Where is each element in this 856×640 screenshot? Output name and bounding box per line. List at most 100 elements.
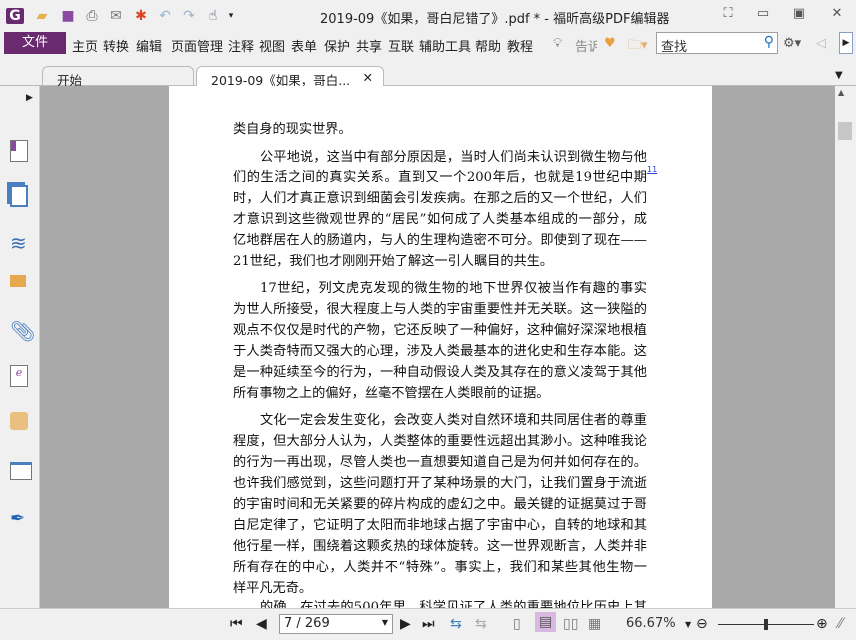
- attachments-icon[interactable]: 📎︎: [10, 320, 35, 342]
- menu-form[interactable]: 表单: [291, 36, 317, 55]
- text-line: 程度，但大部分人认为，人类整体的重要性远超出其渺小。这种唯我论: [233, 434, 647, 449]
- single-page-icon[interactable]: ▯: [513, 616, 521, 632]
- restore-button[interactable]: ▣: [788, 6, 810, 24]
- vertical-scrollbar[interactable]: ▲: [835, 86, 856, 608]
- expand-panel-icon[interactable]: ▶: [26, 93, 33, 103]
- menu-connect[interactable]: 互联: [388, 36, 414, 55]
- text-line: 类自身的现实世界。: [233, 122, 352, 137]
- resize-grip-icon[interactable]: ⁄⁄: [838, 616, 843, 632]
- zoom-slider-thumb[interactable]: [764, 619, 768, 630]
- redo-icon[interactable]: ↷: [180, 8, 198, 24]
- tab-list-dropdown-icon[interactable]: ▼: [835, 70, 843, 81]
- undo-icon[interactable]: ↶: [156, 8, 174, 24]
- text-line: 他行星一样，围绕着这颗炙热的球体旋转。这一世界观断言，人类并非: [233, 539, 647, 554]
- text-line: 公平地说，这当中有部分原因是，当时人们尚未认识到微生物与他: [260, 150, 647, 165]
- text-line: 观点不仅仅是时代的产物，它还反映了一种偏好，这种偏好深深地根植: [233, 323, 647, 338]
- menu-help[interactable]: 帮助: [475, 36, 501, 55]
- search-placeholder: 查找: [661, 40, 688, 55]
- continuous-facing-icon[interactable]: ▦: [588, 616, 601, 632]
- text-line: 时，人们才真正意识到细菌会引发疾病。在那之后的又一个世纪，人们: [233, 191, 647, 206]
- last-page-icon[interactable]: ⏭: [422, 616, 435, 632]
- print-icon[interactable]: ⎙: [83, 8, 101, 24]
- open-folder-icon[interactable]: ▰: [33, 8, 51, 24]
- minimize-button[interactable]: ▭: [752, 6, 774, 24]
- text-line: 亿地群居在人的肠道内，与人的生理构造密不可分。即使到了现在——: [233, 233, 647, 248]
- next-page-icon[interactable]: ▶: [400, 616, 411, 632]
- menu-edit[interactable]: 编辑: [136, 36, 162, 55]
- text-line: 的确，在过去的500年里，科学见证了人类的重要地位比历史上其: [260, 600, 647, 608]
- zoom-level[interactable]: 66.67%: [626, 616, 676, 631]
- layers-icon[interactable]: ≋: [10, 232, 32, 254]
- comments-icon[interactable]: [10, 275, 26, 287]
- menu-protect[interactable]: 保护: [324, 36, 350, 55]
- bookmarks-icon[interactable]: [10, 140, 28, 162]
- lightbulb-icon[interactable]: 💡︎: [553, 36, 562, 51]
- text-line: 也许我们感觉到，这些问题打开了某种场景的大门，让我们置身于流逝: [233, 476, 647, 491]
- ribbon-left-arrow-icon[interactable]: ◁: [816, 36, 826, 51]
- zoom-out-icon[interactable]: ⊖: [696, 616, 708, 632]
- text-line: 所有事物之上的偏好，丝毫不管摆在人类眼前的证据。: [233, 386, 550, 401]
- text-line: 是一种延续至今的行为，一种自动假设人类及其存在的意义凌驾于其他: [233, 365, 647, 380]
- text-line: 才意识到这些微观世界的“居民”如何成了人类基本组成的一部分，成: [233, 212, 647, 227]
- folder-search-icon[interactable]: 🗀︎▾: [628, 36, 648, 58]
- menu-accessibility[interactable]: 辅助工具: [419, 36, 471, 55]
- zoom-dropdown-icon[interactable]: ▼: [685, 620, 691, 629]
- text-line: 的宇宙时间和无关紧要的碎片构成的虚幻之中。最关键的证据莫过于哥: [233, 497, 647, 512]
- tab-start[interactable]: 开始: [42, 66, 194, 88]
- footnote-link[interactable]: 11: [647, 165, 657, 174]
- menu-convert[interactable]: 转换: [103, 36, 129, 55]
- new-document-icon[interactable]: ✱: [132, 8, 150, 24]
- text-line: 于人类奇特而又强大的心理，涉及人类最基本的进化史和生存本能。这: [233, 344, 647, 359]
- tab-document[interactable]: 2019-09《如果，哥白... ✕: [196, 66, 384, 88]
- previous-page-icon[interactable]: ◀: [256, 616, 267, 632]
- ribbon-right-arrow-button[interactable]: ▶: [839, 32, 853, 54]
- app-logo-icon: G: [6, 8, 24, 24]
- menu-comment[interactable]: 注释: [228, 36, 254, 55]
- search-input[interactable]: 查找 ⚲: [656, 32, 778, 55]
- text-line: 样平凡无奇。: [233, 581, 313, 596]
- certify-pen-icon[interactable]: ✒: [10, 508, 32, 530]
- fullscreen-icon[interactable]: ⛶: [717, 6, 739, 24]
- page-dropdown-icon[interactable]: ▼: [382, 618, 388, 627]
- text-line: 白尼定律了，它证明了太阳而非地球占据了宇宙中心，自转的地球和其: [233, 518, 647, 533]
- form-fields-icon[interactable]: [10, 462, 32, 480]
- continuous-page-icon[interactable]: ▤: [535, 612, 557, 632]
- text-line: 21世纪，我们也才刚刚开始了解这一引人瞩目的共生。: [233, 254, 554, 269]
- page-number: 7 / 269: [284, 616, 330, 631]
- menu-home[interactable]: 主页: [72, 36, 98, 55]
- menu-tutorial[interactable]: 教程: [507, 36, 533, 55]
- page-number-input[interactable]: 7 / 269 ▼: [279, 614, 393, 634]
- zoom-slider[interactable]: [718, 619, 814, 630]
- close-button[interactable]: ✕: [826, 6, 848, 24]
- scrollbar-thumb[interactable]: [838, 122, 852, 140]
- hand-tool-icon[interactable]: ☝: [204, 8, 222, 24]
- text-line: 17世纪，列文虎克发现的微生物的地下世界仅被当作有趣的事实: [260, 281, 647, 296]
- settings-gear-icon[interactable]: ⚙▾: [783, 36, 801, 51]
- previous-view-icon[interactable]: ⇆: [450, 616, 462, 632]
- pages-thumbnail-icon[interactable]: [10, 185, 28, 207]
- text-line: 文化一定会发生变化，会改变人类对自然环境和共同居住者的尊重: [260, 413, 647, 428]
- window-title: 2019-09《如果，哥白尼错了》.pdf * - 福昕高级PDF编辑器: [320, 12, 670, 27]
- tab-close-icon[interactable]: ✕: [363, 70, 373, 85]
- text-line: 们的生活之间的真实关系。直到又一个200年后，也就是19世纪中期: [233, 170, 647, 185]
- save-icon[interactable]: ■: [59, 8, 77, 24]
- pdf-page: 类自身的现实世界。公平地说，这当中有部分原因是，当时人们尚未认识到微生物与他们的…: [169, 86, 712, 608]
- zoom-in-icon[interactable]: ⊕: [816, 616, 828, 632]
- signatures-icon[interactable]: ℯ: [10, 365, 28, 387]
- first-page-icon[interactable]: ⏮: [230, 616, 243, 632]
- menu-page-management[interactable]: 页面管理: [171, 36, 223, 55]
- text-line: 的行为一再出现，尽管人类也一直想要知道自己是为何并如何存在的。: [233, 455, 647, 470]
- email-icon[interactable]: ✉: [107, 8, 125, 24]
- facing-pages-icon[interactable]: ▯▯: [563, 616, 578, 632]
- next-view-icon[interactable]: ⇆: [475, 616, 487, 632]
- security-lock-icon[interactable]: [10, 412, 28, 430]
- heart-icon[interactable]: ♥: [604, 36, 616, 51]
- tell-me-label[interactable]: 告诉: [575, 36, 597, 55]
- text-line: 所有存在的中心，人类并不“特殊”。事实上，我们和某些其他生物一: [233, 560, 647, 575]
- customize-dropdown-icon[interactable]: ▾: [222, 8, 240, 24]
- menu-share[interactable]: 共享: [356, 36, 382, 55]
- file-menu-button[interactable]: 文件: [4, 32, 66, 54]
- search-icon[interactable]: ⚲: [764, 34, 774, 50]
- text-line: 为世人所接受，很大程度上与人类的宇宙重要性并无关联。这一狭隘的: [233, 302, 647, 317]
- menu-view[interactable]: 视图: [259, 36, 285, 55]
